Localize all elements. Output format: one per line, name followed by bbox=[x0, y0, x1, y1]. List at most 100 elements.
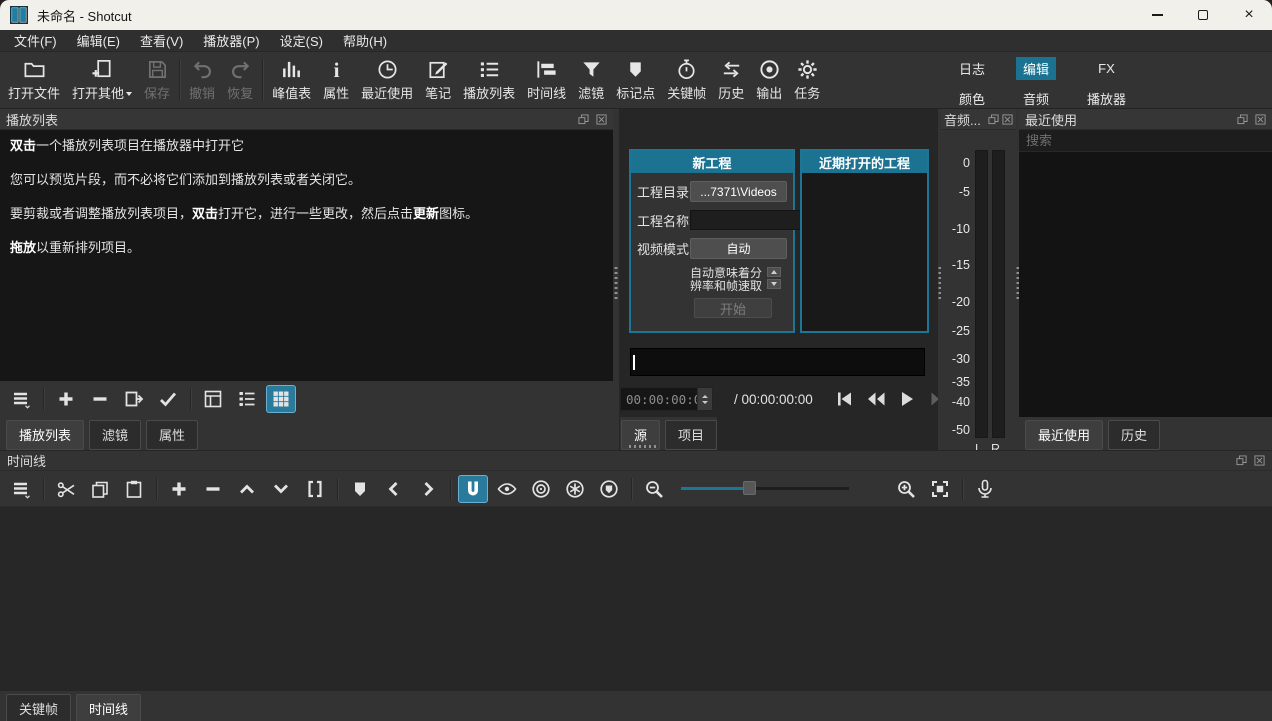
markers-label: 标记点 bbox=[616, 83, 655, 102]
layout-audio-button[interactable]: 音频 bbox=[1016, 87, 1056, 110]
menu-edit[interactable]: 编辑(E) bbox=[67, 30, 130, 51]
open-other-button[interactable]: 打开其他 bbox=[66, 56, 138, 104]
record-audio-button[interactable] bbox=[970, 475, 1000, 503]
lift-button[interactable] bbox=[232, 475, 262, 503]
tab-keyframes[interactable]: 关键帧 bbox=[6, 694, 71, 721]
audio-meter-left bbox=[975, 150, 988, 438]
layout-logging-button[interactable]: 日志 bbox=[952, 57, 992, 80]
marker-button[interactable] bbox=[345, 475, 375, 503]
save-button[interactable]: 保存 bbox=[138, 56, 176, 104]
split-button[interactable] bbox=[300, 475, 330, 503]
menu-settings[interactable]: 设定(S) bbox=[270, 30, 333, 51]
timecode-spinner[interactable]: 00:00:00:00 bbox=[620, 387, 713, 411]
view-icons-button[interactable] bbox=[266, 385, 296, 413]
open-file-button[interactable]: 打开文件 bbox=[2, 56, 66, 104]
zoom-in-button[interactable] bbox=[891, 475, 921, 503]
export-button[interactable]: 输出 bbox=[750, 56, 788, 104]
rewind-button[interactable] bbox=[864, 387, 887, 411]
close-panel-icon[interactable] bbox=[596, 114, 607, 125]
layout-player-button[interactable]: 播放器 bbox=[1080, 87, 1133, 110]
scrub-while-dragging-button[interactable] bbox=[492, 475, 522, 503]
zoom-fit-button[interactable] bbox=[925, 475, 955, 503]
paste-button[interactable] bbox=[119, 475, 149, 503]
timeline-zoom-slider[interactable] bbox=[681, 479, 849, 499]
layout-color-button[interactable]: 颜色 bbox=[952, 87, 992, 110]
float-panel-icon[interactable] bbox=[988, 114, 999, 125]
copy-button[interactable] bbox=[85, 475, 115, 503]
timecode-spin-buttons[interactable] bbox=[697, 388, 712, 410]
start-button[interactable]: 开始 bbox=[694, 298, 772, 318]
ripple-delete-button[interactable] bbox=[198, 475, 228, 503]
playlist-open-button[interactable] bbox=[119, 385, 149, 413]
recent-files-list[interactable] bbox=[1019, 152, 1272, 417]
close-panel-icon[interactable] bbox=[1002, 114, 1013, 125]
undo-button[interactable]: 撤销 bbox=[183, 56, 221, 104]
cut-button[interactable] bbox=[51, 475, 81, 503]
playlist-append-button[interactable] bbox=[51, 385, 81, 413]
recent-projects-list[interactable] bbox=[802, 173, 927, 331]
markers-button[interactable]: 标记点 bbox=[610, 56, 661, 104]
scroll-up-button[interactable] bbox=[767, 267, 781, 277]
history-button[interactable]: 历史 bbox=[712, 56, 750, 104]
view-tiles-button[interactable] bbox=[232, 385, 262, 413]
playlist-menu-button[interactable] bbox=[6, 385, 36, 413]
layout-editing-button[interactable]: 编辑 bbox=[1016, 57, 1056, 80]
tab-recent[interactable]: 最近使用 bbox=[1025, 420, 1103, 450]
timeline-button[interactable]: 时间线 bbox=[521, 56, 572, 104]
float-panel-icon[interactable] bbox=[1236, 455, 1247, 466]
menu-file[interactable]: 文件(F) bbox=[4, 30, 67, 51]
zoom-out-button[interactable] bbox=[639, 475, 669, 503]
previous-marker-button[interactable] bbox=[379, 475, 409, 503]
keyframes-button[interactable]: 关键帧 bbox=[661, 56, 712, 104]
menu-help[interactable]: 帮助(H) bbox=[333, 30, 397, 51]
menu-player[interactable]: 播放器(P) bbox=[193, 30, 269, 51]
timeline-tracks-area[interactable] bbox=[0, 507, 1272, 691]
help-text: 一个播放列表项目在播放器中打开它 bbox=[36, 138, 244, 153]
peak-meter-button[interactable]: 峰值表 bbox=[266, 56, 317, 104]
close-panel-icon[interactable] bbox=[1254, 455, 1265, 466]
float-panel-icon[interactable] bbox=[578, 114, 589, 125]
playlist-update-button[interactable] bbox=[153, 385, 183, 413]
project-folder-button[interactable]: ...7371\Videos bbox=[690, 181, 787, 202]
funnel-icon bbox=[580, 58, 603, 81]
menu-view[interactable]: 查看(V) bbox=[130, 30, 193, 51]
overwrite-button[interactable] bbox=[266, 475, 296, 503]
fast-forward-button[interactable] bbox=[927, 387, 938, 411]
recent-button[interactable]: 最近使用 bbox=[355, 56, 419, 104]
minimize-button[interactable] bbox=[1134, 0, 1180, 30]
tab-properties[interactable]: 属性 bbox=[146, 420, 198, 450]
float-panel-icon[interactable] bbox=[1237, 114, 1248, 125]
tab-playlist[interactable]: 播放列表 bbox=[6, 420, 84, 450]
video-mode-button[interactable]: 自动 bbox=[690, 238, 787, 259]
recent-search-input[interactable] bbox=[1019, 130, 1272, 152]
slider-thumb[interactable] bbox=[743, 481, 756, 495]
append-button[interactable] bbox=[164, 475, 194, 503]
seek-bar[interactable] bbox=[630, 348, 925, 376]
ripple-all-tracks-button[interactable] bbox=[560, 475, 590, 503]
tab-filters[interactable]: 滤镜 bbox=[89, 420, 141, 450]
maximize-button[interactable] bbox=[1180, 0, 1226, 30]
close-panel-icon[interactable] bbox=[1255, 114, 1266, 125]
ripple-markers-button[interactable] bbox=[594, 475, 624, 503]
playlist-remove-button[interactable] bbox=[85, 385, 115, 413]
notes-button[interactable]: 笔记 bbox=[419, 56, 457, 104]
close-button[interactable]: × bbox=[1226, 0, 1272, 30]
play-button[interactable] bbox=[896, 387, 919, 411]
tab-timeline[interactable]: 时间线 bbox=[76, 694, 141, 721]
tab-history[interactable]: 历史 bbox=[1108, 420, 1160, 450]
timeline-menu-button[interactable] bbox=[6, 475, 36, 503]
tab-project[interactable]: 项目 bbox=[665, 420, 717, 450]
scroll-down-button[interactable] bbox=[767, 279, 781, 289]
skip-to-start-button[interactable] bbox=[833, 387, 856, 411]
snap-button[interactable] bbox=[458, 475, 488, 503]
view-details-button[interactable] bbox=[198, 385, 228, 413]
redo-button[interactable]: 恢复 bbox=[221, 56, 259, 104]
properties-button[interactable]: i 属性 bbox=[317, 56, 355, 104]
jobs-button[interactable]: 任务 bbox=[788, 56, 826, 104]
ripple-button[interactable] bbox=[526, 475, 556, 503]
filters-button[interactable]: 滤镜 bbox=[572, 56, 610, 104]
playlist-button[interactable]: 播放列表 bbox=[457, 56, 521, 104]
next-marker-button[interactable] bbox=[413, 475, 443, 503]
layout-fx-button[interactable]: FX bbox=[1091, 59, 1122, 78]
toolbar-divider bbox=[43, 478, 44, 500]
